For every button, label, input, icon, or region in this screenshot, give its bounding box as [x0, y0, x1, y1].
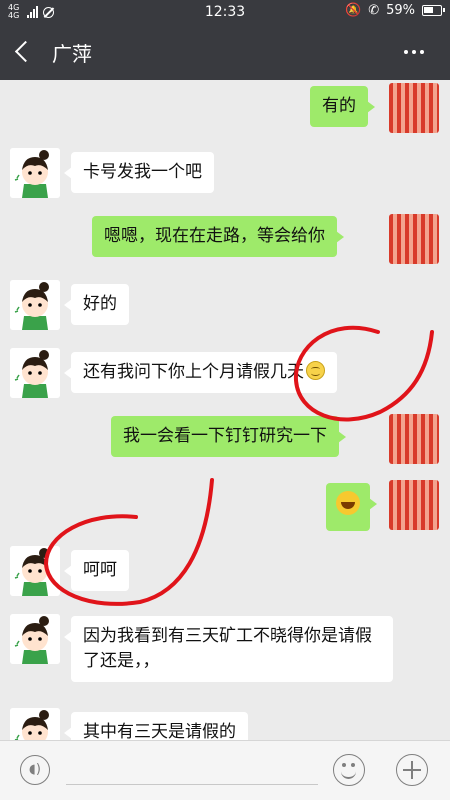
contact-avatar[interactable] [10, 614, 60, 664]
my-avatar[interactable] [389, 480, 439, 530]
contact-avatar[interactable] [10, 148, 60, 198]
contact-avatar[interactable] [10, 280, 60, 330]
cartoon-girl-avatar-icon [10, 148, 60, 198]
message-list[interactable]: 有的 卡号发我一个吧 嗯嗯，现在在走路，等会给你 好的 还有我问下你上个月请假几… [0, 80, 450, 740]
my-message-bubble[interactable]: 我一会看一下钉钉研究一下 [111, 416, 346, 457]
contact-avatar[interactable] [10, 348, 60, 398]
chat-title: 广萍 [52, 42, 92, 66]
contact-avatar[interactable] [10, 546, 60, 596]
message-text: 还有我问下你上个月请假几天 [83, 362, 304, 382]
wifi-call-icon: ✆ [368, 3, 380, 18]
message-input-bar: ◖) [0, 740, 450, 800]
laughing-crying-emoji-icon [336, 491, 360, 515]
contact-message-bubble[interactable]: 还有我问下你上个月请假几天 [64, 352, 337, 393]
contact-message-bubble[interactable]: 其中有三天是请假的 [64, 712, 248, 740]
my-message-bubble[interactable]: 有的 [310, 86, 375, 127]
my-avatar[interactable] [389, 214, 439, 264]
chat-header: 广萍 [0, 24, 450, 80]
mute-bell-icon: 🔕 [345, 3, 362, 18]
cartoon-girl-avatar-icon [10, 708, 60, 740]
message-input-field[interactable] [66, 784, 318, 785]
cartoon-girl-avatar-icon [10, 614, 60, 664]
battery-icon [422, 5, 445, 16]
cartoon-girl-avatar-icon [10, 546, 60, 596]
voice-input-icon[interactable]: ◖) [20, 755, 50, 785]
contact-message-bubble[interactable]: 卡号发我一个吧 [64, 152, 214, 193]
smile-emoji-icon [306, 361, 325, 380]
back-arrow-icon[interactable] [14, 40, 37, 63]
status-bar: 4G 4G 12:33 🔕 ✆ 59% [0, 0, 450, 24]
battery-percent: 59% [386, 3, 415, 18]
contact-message-bubble[interactable]: 好的 [64, 284, 129, 325]
add-icon[interactable] [396, 754, 428, 786]
contact-avatar[interactable] [10, 708, 60, 740]
more-options-icon[interactable] [404, 50, 424, 54]
emoji-icon[interactable] [333, 754, 365, 786]
cartoon-girl-avatar-icon [10, 348, 60, 398]
cartoon-girl-avatar-icon [10, 280, 60, 330]
contact-message-bubble[interactable]: 因为我看到有三天矿工不晓得你是请假了还是，， [64, 616, 393, 682]
my-avatar[interactable] [389, 414, 439, 464]
contact-message-bubble[interactable]: 呵呵 [64, 550, 129, 591]
my-avatar[interactable] [389, 83, 439, 133]
my-emoji-message-bubble[interactable] [326, 483, 377, 531]
my-message-bubble[interactable]: 嗯嗯，现在在走路，等会给你 [92, 216, 344, 257]
